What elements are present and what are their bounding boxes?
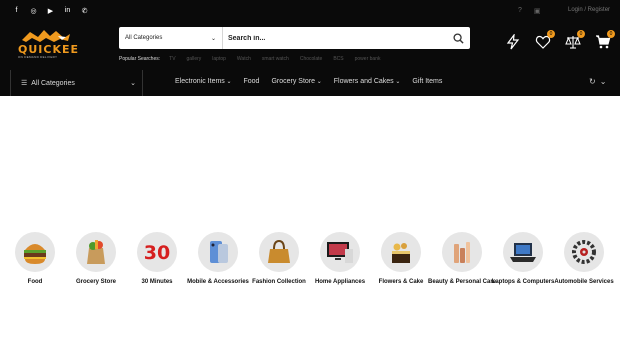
- grocery-bag-icon: [76, 232, 116, 272]
- cosmetics-icon: [442, 232, 482, 272]
- logo[interactable]: QUICKEE ON DEMAND DELIVERY: [14, 28, 78, 59]
- header: f ◎ ▶ in ✆ ? ▣ Login / Register QUICKEE …: [0, 0, 620, 96]
- laptop-icon: [503, 232, 543, 272]
- category-label: Grocery Store: [75, 279, 117, 285]
- all-categories-menu[interactable]: ☰ All Categories ⌄: [10, 70, 143, 96]
- logo-tagline: ON DEMAND DELIVERY: [18, 55, 58, 59]
- burger-icon: [15, 232, 55, 272]
- all-categories-label: All Categories: [31, 79, 75, 87]
- thirty-minutes-icon: 30: [137, 232, 177, 272]
- popular-search-link[interactable]: Watch: [237, 56, 251, 62]
- category-item-flowers-cake[interactable]: Flowers & Cake: [366, 232, 436, 286]
- category-item-automobile-services[interactable]: Automobile Services: [549, 232, 619, 286]
- popular-search-link[interactable]: BCS: [333, 56, 343, 62]
- help-icon[interactable]: ?: [518, 7, 522, 15]
- popular-search-link[interactable]: gallery: [187, 56, 202, 62]
- logo-mark-icon: [22, 30, 70, 42]
- handbag-icon: [259, 232, 299, 272]
- whatsapp-icon[interactable]: ✆: [80, 6, 89, 15]
- nav-item-gift-items[interactable]: Gift Items: [412, 78, 442, 85]
- cart-count-badge: 0: [607, 30, 615, 38]
- flash-deals-button[interactable]: [505, 32, 521, 50]
- category-label: Home Appliances: [314, 279, 366, 285]
- category-item-fashion-collection[interactable]: Fashion Collection: [244, 232, 314, 286]
- cart-button[interactable]: 0: [595, 30, 615, 50]
- chevron-down-icon: ⌄: [130, 80, 136, 87]
- popular-search-link[interactable]: laptop: [212, 56, 226, 62]
- popular-searches: Popular Searches: TV gallery laptop Watc…: [119, 56, 380, 62]
- instagram-icon[interactable]: ◎: [29, 6, 38, 15]
- popular-search-link[interactable]: Chocolate: [300, 56, 323, 62]
- chevron-down-icon: ⌄: [210, 35, 216, 42]
- svg-text:30: 30: [144, 242, 170, 264]
- history-icon: ↻: [589, 77, 596, 86]
- login-register-link[interactable]: Login / Register: [568, 7, 610, 13]
- lightning-icon: [506, 32, 520, 50]
- search-icon: [452, 32, 464, 44]
- cake-icon: [381, 232, 421, 272]
- search-button[interactable]: [446, 27, 470, 49]
- category-label: Beauty & Personal Care: [427, 279, 497, 285]
- category-item-30-minutes[interactable]: 30 30 Minutes: [122, 232, 192, 286]
- search-category-label: All Categories: [125, 35, 163, 41]
- category-label: Mobile & Accessories: [187, 279, 249, 285]
- compare-button[interactable]: 0: [565, 30, 585, 50]
- tv-icon: [320, 232, 360, 272]
- popular-search-link[interactable]: smart watch: [262, 56, 289, 62]
- category-label: Food: [27, 279, 43, 285]
- popular-search-link[interactable]: power bank: [355, 56, 381, 62]
- nav-item-flowers-and-cakes[interactable]: Flowers and Cakes: [334, 78, 401, 85]
- category-item-laptops-computers[interactable]: Laptops & Computers: [488, 232, 558, 286]
- category-item-grocery-store[interactable]: Grocery Store: [61, 232, 131, 286]
- main-nav: Electronic Items Food Grocery Store Flow…: [175, 78, 442, 85]
- category-label: Flowers & Cake: [378, 279, 424, 285]
- facebook-icon[interactable]: f: [12, 6, 21, 15]
- category-label: Laptops & Computers: [491, 279, 555, 285]
- nav-item-electronic-items[interactable]: Electronic Items: [175, 78, 232, 85]
- category-label: Fashion Collection: [252, 279, 306, 285]
- category-item-home-appliances[interactable]: Home Appliances: [305, 232, 375, 286]
- menu-icon: ☰: [21, 80, 28, 87]
- chevron-down-icon: ⌄: [599, 77, 607, 86]
- category-item-mobile-accessories[interactable]: Mobile & Accessories: [183, 232, 253, 286]
- youtube-icon[interactable]: ▶: [46, 6, 55, 15]
- popular-search-link[interactable]: TV: [169, 56, 175, 62]
- recently-viewed-button[interactable]: ↻ ⌄: [589, 77, 606, 86]
- linkedin-icon[interactable]: in: [63, 6, 72, 15]
- category-label: Automobile Services: [554, 279, 614, 285]
- search-input[interactable]: [223, 27, 446, 49]
- category-label: 30 Minutes: [141, 279, 173, 285]
- compare-count-badge: 0: [577, 30, 585, 38]
- search-bar: All Categories ⌄: [119, 27, 470, 49]
- search-category-select[interactable]: All Categories ⌄: [119, 27, 223, 49]
- header-actions: 0 0 0: [505, 30, 615, 50]
- popular-searches-label: Popular Searches:: [119, 56, 161, 62]
- language-icon[interactable]: ▣: [534, 7, 541, 15]
- nav-item-food[interactable]: Food: [244, 78, 260, 85]
- wishlist-button[interactable]: 0: [535, 30, 555, 50]
- car-parts-icon: [564, 232, 604, 272]
- category-item-beauty-personal-care[interactable]: Beauty & Personal Care: [427, 232, 497, 286]
- wishlist-count-badge: 0: [547, 30, 555, 38]
- social-links: f ◎ ▶ in ✆: [12, 6, 89, 15]
- phone-icon: [198, 232, 238, 272]
- nav-item-grocery-store[interactable]: Grocery Store: [271, 78, 321, 85]
- category-item-food[interactable]: Food: [0, 232, 70, 286]
